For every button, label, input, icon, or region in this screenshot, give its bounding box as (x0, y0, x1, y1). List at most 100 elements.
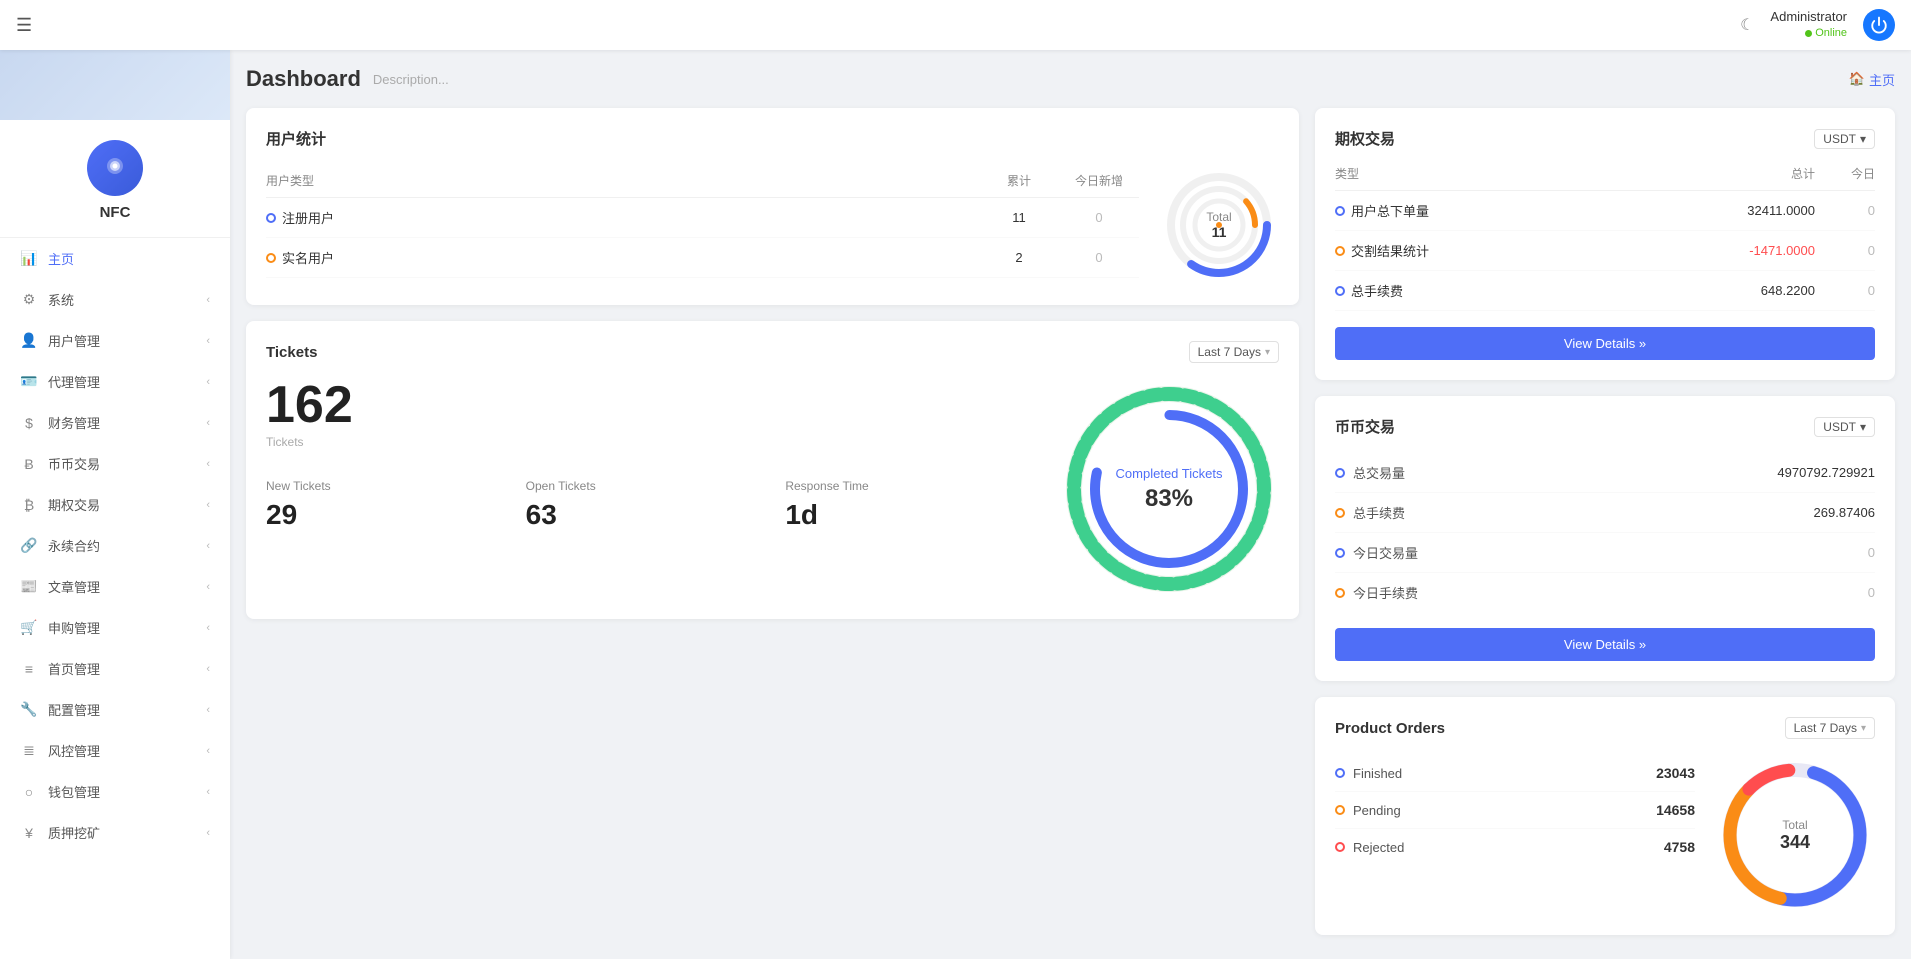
product-order-item: Pending 14658 (1335, 792, 1695, 829)
tickets-title: Tickets (266, 344, 317, 361)
page-header: Dashboard Description... 🏠 主页 (246, 66, 1895, 92)
product-orders-list: Finished 23043 Pending 14658 Rejected 47… (1335, 755, 1695, 915)
home-icon-small: 🏠 (1849, 71, 1865, 87)
filter-arrow: ▾ (1860, 132, 1866, 146)
product-orders-inner: Finished 23043 Pending 14658 Rejected 47… (1335, 755, 1875, 915)
finance-icon: $ (20, 415, 38, 431)
options-icon: ₿ (20, 497, 38, 513)
menu-icon[interactable]: ☰ (16, 15, 32, 36)
options-row: 用户总下单量 32411.0000 0 (1335, 191, 1875, 231)
chevron-icon: ‹ (206, 745, 210, 757)
system-icon: ⚙ (20, 291, 38, 308)
chevron-icon: ‹ (206, 499, 210, 511)
purchase-icon: 🛒 (20, 619, 38, 636)
sidebar-item-perpetual[interactable]: 🔗 永续合约 ‹ (0, 525, 230, 566)
sidebar-item-system[interactable]: ⚙ 系统 ‹ (0, 279, 230, 320)
options-row: 总手续费 648.2200 0 (1335, 271, 1875, 311)
stats-header: 用户类型 累计 今日新增 (266, 172, 1139, 198)
user-stats-donut: Total 11 (1159, 165, 1279, 285)
home-icon: 📊 (20, 250, 38, 267)
wallet-icon: ○ (20, 784, 38, 800)
chevron-icon: ‹ (206, 417, 210, 429)
filter-arrow: ▾ (1860, 420, 1866, 434)
sidebar-item-purchase[interactable]: 🛒 申购管理 ‹ (0, 607, 230, 648)
tickets-left: 162 Tickets New Tickets 29 Open Tickets … (266, 379, 1029, 531)
product-orders-card: Product Orders Last 7 Days ▾ Finished 23… (1315, 697, 1895, 935)
stats-row: 实名用户 2 0 (266, 238, 1139, 278)
product-orders-title: Product Orders (1335, 720, 1445, 737)
sidebar-item-home[interactable]: 📊 主页 (0, 238, 230, 279)
tickets-filter[interactable]: Last 7 Days ▾ (1189, 341, 1279, 363)
chevron-icon: ‹ (206, 704, 210, 716)
open-tickets-stat: Open Tickets 63 (526, 479, 770, 531)
main-content: Dashboard Description... 🏠 主页 用户统计 用户类型 … (230, 50, 1911, 959)
tickets-inner: 162 Tickets New Tickets 29 Open Tickets … (266, 379, 1279, 599)
sidebar-item-options[interactable]: ₿ 期权交易 ‹ (0, 484, 230, 525)
dot-blue (1335, 286, 1345, 296)
dot-orange (1335, 805, 1345, 815)
dot-blue (1335, 548, 1345, 558)
logo-text: NFC (100, 204, 131, 221)
left-column: 用户统计 用户类型 累计 今日新增 注册用户 (246, 108, 1299, 935)
coin-view-details-button[interactable]: View Details » (1335, 628, 1875, 661)
chevron-icon: ‹ (206, 376, 210, 388)
coin-filter[interactable]: USDT ▾ (1814, 417, 1875, 437)
product-orders-header: Product Orders Last 7 Days ▾ (1335, 717, 1875, 739)
sidebar-item-agent[interactable]: 🪪 代理管理 ‹ (0, 361, 230, 402)
dot-orange (1335, 588, 1345, 598)
options-table: 类型 总计 今日 用户总下单量 32411.0000 0 (1335, 165, 1875, 311)
user-stats-inner: 用户类型 累计 今日新增 注册用户 11 0 (266, 165, 1279, 285)
sidebar-item-user[interactable]: 👤 用户管理 ‹ (0, 320, 230, 361)
content-grid: 用户统计 用户类型 累计 今日新增 注册用户 (246, 108, 1895, 935)
sidebar-item-article[interactable]: 📰 文章管理 ‹ (0, 566, 230, 607)
risk-icon: ≣ (20, 742, 38, 759)
options-trading-card: 期权交易 USDT ▾ 类型 总计 今日 用户总下 (1315, 108, 1895, 380)
user-info: Administrator Online (1770, 9, 1847, 40)
coin-stat-item: 今日手续费 0 (1335, 573, 1875, 612)
product-donut-center: Total 344 (1780, 818, 1810, 853)
page-title: Dashboard (246, 66, 361, 92)
sidebar-item-wallet[interactable]: ○ 钱包管理 ‹ (0, 771, 230, 812)
dot-blue (266, 213, 276, 223)
options-row: 交割结果统计 -1471.0000 0 (1335, 231, 1875, 271)
options-header: 期权交易 USDT ▾ (1335, 128, 1875, 149)
tickets-donut-center: Completed Tickets 83% (1116, 466, 1223, 513)
coin-stat-item: 总交易量 4970792.729921 (1335, 453, 1875, 493)
pledge-icon: ¥ (20, 825, 38, 841)
coin-stats-list: 总交易量 4970792.729921 总手续费 269.87406 今日交易量… (1335, 453, 1875, 612)
dot-orange (1335, 246, 1345, 256)
user-name: Administrator (1770, 9, 1847, 26)
options-view-details-button[interactable]: View Details » (1335, 327, 1875, 360)
sidebar-bg (0, 50, 230, 120)
product-order-item: Rejected 4758 (1335, 829, 1695, 865)
options-table-header: 类型 总计 今日 (1335, 165, 1875, 191)
chevron-icon: ‹ (206, 827, 210, 839)
topbar: ☰ ☾ Administrator Online (0, 0, 1911, 50)
sidebar-item-coin[interactable]: Ƀ 币币交易 ‹ (0, 443, 230, 484)
home-breadcrumb[interactable]: 🏠 主页 (1849, 70, 1895, 89)
product-order-item: Finished 23043 (1335, 755, 1695, 792)
sidebar-item-config[interactable]: 🔧 配置管理 ‹ (0, 689, 230, 730)
dot-orange (1335, 508, 1345, 518)
ticket-stats: New Tickets 29 Open Tickets 63 Response … (266, 479, 1029, 531)
user-stats-table: 用户类型 累计 今日新增 注册用户 11 0 (266, 172, 1139, 278)
product-orders-filter[interactable]: Last 7 Days ▾ (1785, 717, 1875, 739)
ticket-total-count: 162 (266, 379, 1029, 431)
product-orders-donut: Total 344 (1715, 755, 1875, 915)
options-title: 期权交易 (1335, 128, 1395, 149)
power-button[interactable] (1863, 9, 1895, 41)
sidebar-logo: NFC (0, 120, 230, 238)
options-filter[interactable]: USDT ▾ (1814, 129, 1875, 149)
moon-icon[interactable]: ☾ (1740, 15, 1754, 35)
page-description: Description... (373, 72, 449, 87)
sidebar-item-risk[interactable]: ≣ 风控管理 ‹ (0, 730, 230, 771)
sidebar-item-pledge[interactable]: ¥ 质押挖矿 ‹ (0, 812, 230, 853)
chevron-icon: ‹ (206, 458, 210, 470)
coin-trading-card: 币币交易 USDT ▾ 总交易量 4970792.729921 总手续费 (1315, 396, 1895, 681)
homepage-icon: ≡ (20, 661, 38, 677)
ticket-label: Tickets (266, 435, 1029, 449)
chevron-icon: ‹ (206, 294, 210, 306)
user-stats-title: 用户统计 (266, 128, 1279, 149)
sidebar-item-homepage[interactable]: ≡ 首页管理 ‹ (0, 648, 230, 689)
sidebar-item-finance[interactable]: $ 财务管理 ‹ (0, 402, 230, 443)
